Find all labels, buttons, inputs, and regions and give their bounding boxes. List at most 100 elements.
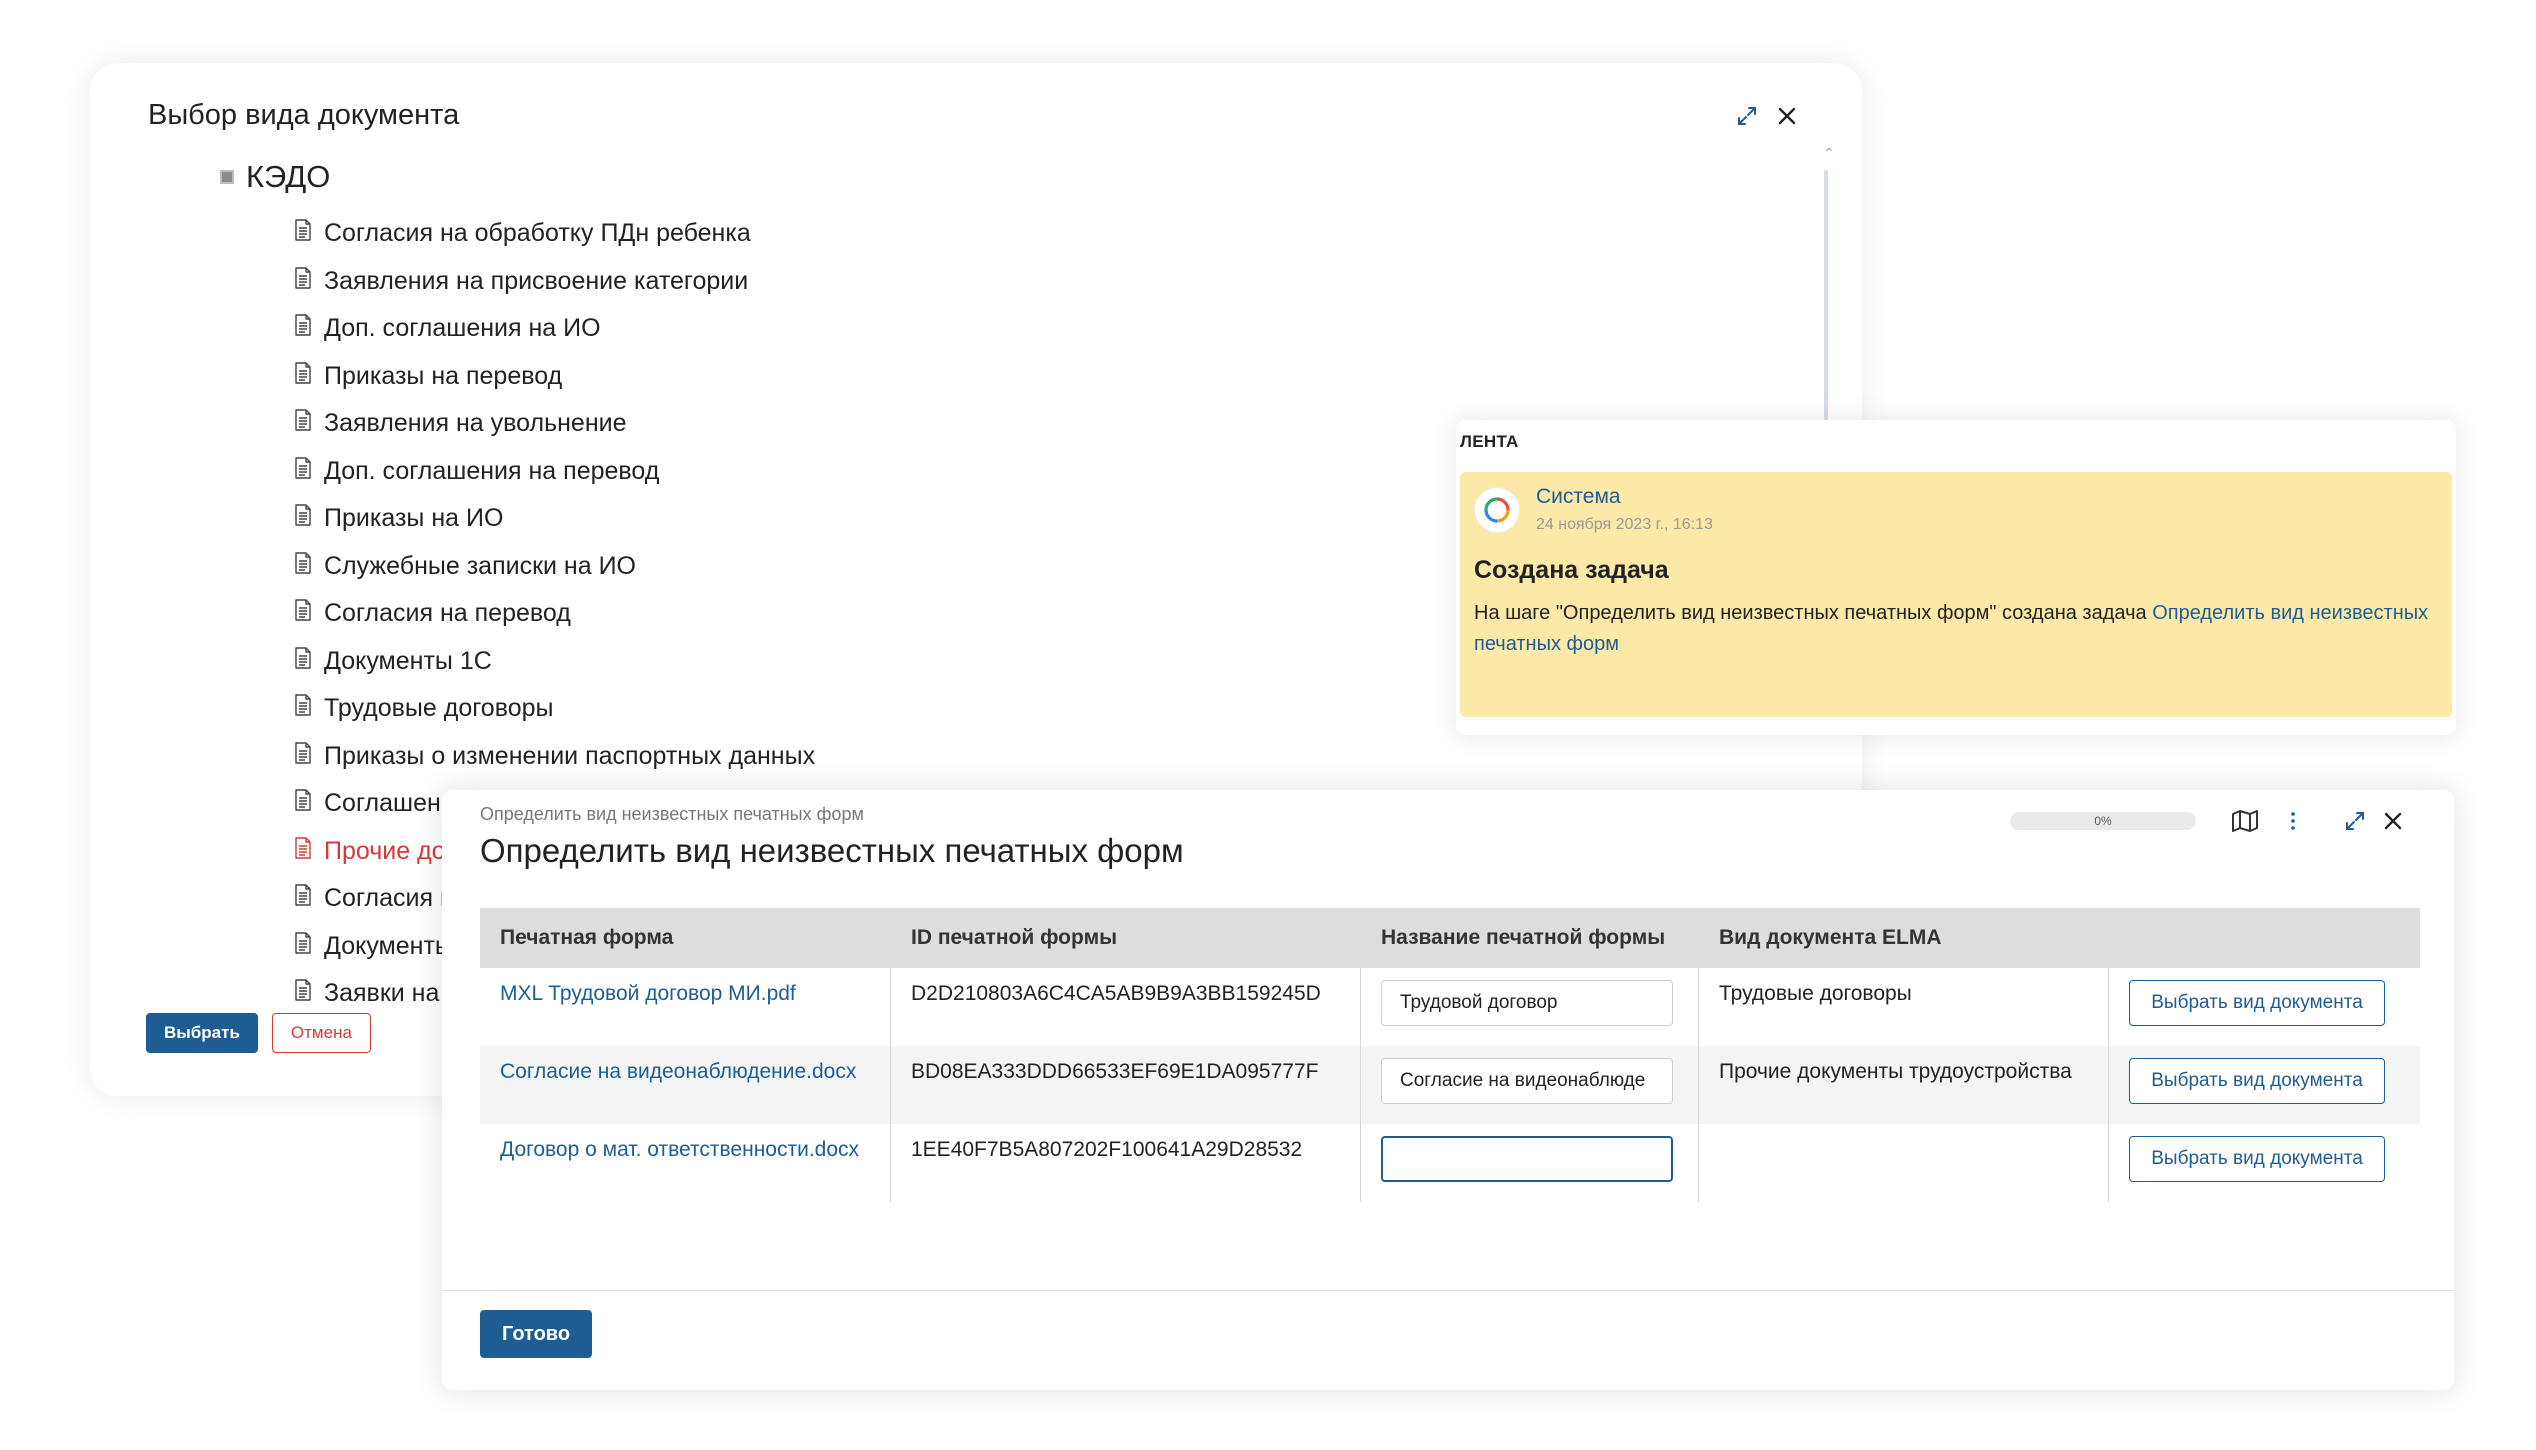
choose-document-type-button[interactable]: Выбрать вид документа bbox=[2129, 1058, 2385, 1104]
feed-heading: Создана задача bbox=[1474, 556, 1669, 584]
document-icon bbox=[294, 789, 312, 818]
tree-item-label: Заявки на bbox=[324, 979, 440, 1008]
document-icon bbox=[294, 742, 312, 771]
document-icon bbox=[294, 979, 312, 1008]
tree-item-label: Доп. соглашения на перевод bbox=[324, 456, 660, 485]
tree-item-label: Документы 1С bbox=[324, 646, 492, 675]
tree-item-label: Заявления на присвоение категории bbox=[324, 266, 749, 295]
print-form-id: 1EE40F7B5A807202F100641A29D28532 bbox=[890, 1124, 1360, 1202]
system-avatar-icon bbox=[1474, 487, 1520, 533]
task-footer: Готово bbox=[480, 1310, 593, 1358]
tree-item-label: Согласия на перевод bbox=[324, 599, 571, 628]
feed-message-text: На шаге "Определить вид неизвестных печа… bbox=[1474, 602, 2153, 624]
tree-item[interactable]: Приказы о изменении паспортных данных bbox=[294, 733, 994, 781]
picker-footer: Выбрать Отмена bbox=[146, 1013, 371, 1053]
tree-item[interactable]: Заявления на увольнение bbox=[294, 400, 994, 448]
document-icon bbox=[294, 932, 312, 961]
column-header-doc-type: Вид документа ELMA bbox=[1719, 926, 1942, 949]
progress-label: 0% bbox=[2094, 814, 2112, 828]
document-type-value bbox=[1698, 1124, 2108, 1202]
tree-item-label: Согласия н bbox=[324, 884, 454, 913]
tree-item[interactable]: Доп. соглашения на ИО bbox=[294, 305, 994, 353]
tree-item-label: Согласия на обработку ПДн ребенка bbox=[324, 219, 751, 248]
tree-item-label: Служебные записки на ИО bbox=[324, 551, 636, 580]
document-icon bbox=[294, 267, 312, 296]
expand-icon[interactable] bbox=[2338, 804, 2372, 838]
choose-document-type-button[interactable]: Выбрать вид документа bbox=[2129, 1136, 2385, 1182]
document-icon bbox=[294, 694, 312, 723]
document-icon bbox=[294, 457, 312, 486]
document-icon bbox=[294, 504, 312, 533]
expand-icon[interactable] bbox=[1730, 99, 1764, 133]
tree-item-label: Соглашени bbox=[324, 789, 455, 818]
tree-item[interactable]: Согласия на перевод bbox=[294, 590, 994, 638]
feed-author-link[interactable]: Система bbox=[1536, 485, 1621, 509]
document-icon bbox=[294, 884, 312, 913]
tree-item-label: Заявления на увольнение bbox=[324, 409, 627, 438]
document-icon bbox=[294, 409, 312, 438]
tree-item[interactable]: Приказы на перевод bbox=[294, 353, 994, 401]
tree-item[interactable]: Служебные записки на ИО bbox=[294, 543, 994, 591]
tree-item-label: Трудовые договоры bbox=[324, 694, 554, 723]
document-icon bbox=[294, 552, 312, 581]
tree-item[interactable]: Трудовые договоры bbox=[294, 685, 994, 733]
document-icon bbox=[294, 837, 312, 866]
print-form-link[interactable]: Согласие на видеонаблюдение.docx bbox=[500, 1060, 856, 1083]
print-form-id: BD08EA333DDD66533EF69E1DA095777F bbox=[890, 1046, 1360, 1124]
table-header: Печатная форма ID печатной формы Названи… bbox=[480, 908, 2420, 968]
scroll-up-icon[interactable]: ⌃ bbox=[1823, 146, 1835, 160]
document-icon bbox=[294, 219, 312, 248]
done-button[interactable]: Готово bbox=[480, 1310, 593, 1358]
document-icon bbox=[294, 599, 312, 628]
tree-item-label: Документы bbox=[324, 931, 453, 960]
select-button[interactable]: Выбрать bbox=[146, 1013, 258, 1053]
feed-timestamp: 24 ноября 2023 г., 16:13 bbox=[1536, 516, 1713, 533]
document-icon bbox=[294, 314, 312, 343]
column-header-print-form: Печатная форма bbox=[500, 926, 674, 949]
tree-item-label: Приказы на перевод bbox=[324, 361, 563, 390]
tree-item[interactable]: Доп. соглашения на перевод bbox=[294, 448, 994, 496]
print-forms-table: Печатная форма ID печатной формы Названи… bbox=[480, 908, 2420, 1202]
table-row: Договор о мат. ответственности.docx 1EE4… bbox=[480, 1124, 2420, 1202]
print-form-id: D2D210803A6C4CA5AB9B9A3BB159245D bbox=[890, 968, 1360, 1046]
document-type-value: Трудовые договоры bbox=[1698, 968, 2108, 1046]
feed-panel: ЛЕНТА Система 24 ноября 2023 г., 16:13 С… bbox=[1456, 420, 2456, 735]
tree-item[interactable]: Приказы на ИО bbox=[294, 495, 994, 543]
document-icon bbox=[294, 647, 312, 676]
breadcrumb: Определить вид неизвестных печатных форм bbox=[480, 804, 864, 824]
define-print-forms-dialog: Определить вид неизвестных печатных форм… bbox=[442, 790, 2454, 1390]
progress-bar: 0% bbox=[2010, 812, 2196, 830]
document-icon bbox=[294, 362, 312, 391]
more-vertical-icon[interactable] bbox=[2276, 804, 2310, 838]
column-header-name: Название печатной формы bbox=[1381, 926, 1666, 949]
collapse-icon[interactable] bbox=[220, 170, 234, 184]
close-icon[interactable] bbox=[2376, 804, 2410, 838]
table-row: Согласие на видеонаблюдение.docx BD08EA3… bbox=[480, 1046, 2420, 1124]
document-type-value: Прочие документы трудоустройства bbox=[1698, 1046, 2108, 1124]
map-icon[interactable] bbox=[2228, 804, 2262, 838]
cancel-button[interactable]: Отмена bbox=[271, 1013, 371, 1053]
tree-item[interactable]: Согласия на обработку ПДн ребенка bbox=[294, 210, 994, 258]
tree-root-kedo[interactable]: КЭДО bbox=[220, 159, 330, 195]
feed-message: На шаге "Определить вид неизвестных печа… bbox=[1474, 598, 2444, 660]
tree-item-label: Доп. соглашения на ИО bbox=[324, 314, 601, 343]
tree-item[interactable]: Заявления на присвоение категории bbox=[294, 258, 994, 306]
tree-item-label: Приказы на ИО bbox=[324, 504, 504, 533]
column-header-id: ID печатной формы bbox=[911, 926, 1118, 949]
print-form-name-input[interactable] bbox=[1381, 980, 1673, 1026]
print-form-name-input[interactable] bbox=[1381, 1058, 1673, 1104]
feed-title: ЛЕНТА bbox=[1460, 432, 1519, 451]
print-form-name-input[interactable] bbox=[1381, 1136, 1673, 1182]
close-icon[interactable] bbox=[1770, 99, 1804, 133]
tree-item[interactable]: Документы 1С bbox=[294, 638, 994, 686]
footer-divider bbox=[442, 1290, 2454, 1291]
page-title: Определить вид неизвестных печатных форм bbox=[480, 832, 1184, 869]
tree-root-label: КЭДО bbox=[246, 159, 331, 194]
feed-card: Система 24 ноября 2023 г., 16:13 Создана… bbox=[1460, 472, 2452, 717]
tree-item-label: Прочие до bbox=[324, 836, 446, 865]
tree-item-label: Приказы о изменении паспортных данных bbox=[324, 741, 816, 770]
print-form-link[interactable]: MXL Трудовой договор МИ.pdf bbox=[500, 982, 796, 1005]
picker-title: Выбор вида документа bbox=[148, 99, 460, 131]
print-form-link[interactable]: Договор о мат. ответственности.docx bbox=[500, 1138, 859, 1161]
choose-document-type-button[interactable]: Выбрать вид документа bbox=[2129, 980, 2385, 1026]
